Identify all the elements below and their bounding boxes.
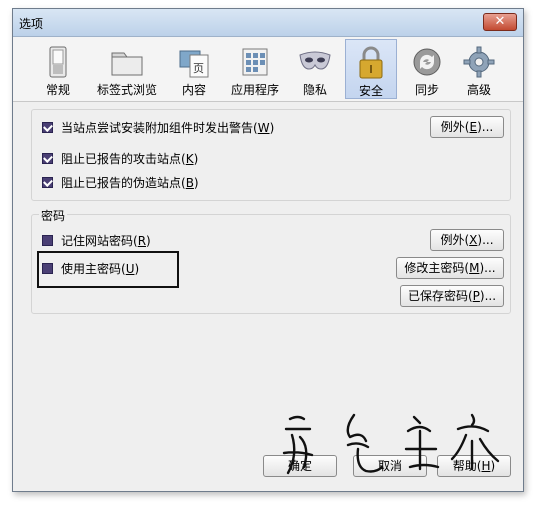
padlock-icon — [359, 46, 383, 79]
remember-passwords-option[interactable]: 记住网站密码(R) — [42, 233, 151, 249]
tab-sync[interactable]: 同步 — [405, 39, 449, 99]
saved-passwords-button[interactable]: 已保存密码(P)... — [400, 285, 504, 307]
tab-applications[interactable]: 应用程序 — [225, 39, 285, 99]
warn-addon-checkbox[interactable] — [42, 122, 53, 133]
block-forgery-option[interactable]: 阻止已报告的伪造站点(B) — [42, 175, 199, 191]
security-group: 当站点尝试安装附加组件时发出警告(W) 阻止已报告的攻击站点(K) 阻止已报告的… — [31, 109, 511, 201]
switch-icon — [49, 46, 67, 78]
tab-label: 常规 — [45, 83, 70, 97]
close-button[interactable]: ✕ — [483, 13, 517, 31]
passwords-legend: 密码 — [39, 207, 68, 224]
warn-addon-option[interactable]: 当站点尝试安装附加组件时发出警告(W) — [42, 120, 274, 136]
tab-label: 安全 — [358, 84, 383, 98]
tab-privacy[interactable]: 隐私 — [293, 39, 337, 99]
tab-label: 应用程序 — [230, 83, 279, 97]
block-attack-option[interactable]: 阻止已报告的攻击站点(K) — [42, 151, 198, 167]
window-title: 选项 — [19, 17, 44, 31]
gear-icon — [463, 46, 495, 78]
applications-icon — [242, 48, 268, 76]
remember-passwords-checkbox[interactable] — [42, 235, 53, 246]
change-master-password-button[interactable]: 修改主密码(M)... — [396, 257, 504, 279]
tab-tabs[interactable]: 标签式浏览 — [91, 39, 163, 99]
tab-label: 同步 — [414, 83, 439, 97]
preferences-toolbar: 常规 标签式浏览 页 内容 应用程序 隐私 安全 同步 高级 — [13, 37, 523, 102]
content-page-icon: 页 — [179, 50, 209, 78]
sync-icon — [413, 48, 441, 76]
tab-label: 标签式浏览 — [96, 83, 157, 97]
block-forgery-checkbox[interactable] — [42, 177, 53, 188]
tab-general[interactable]: 常规 — [33, 39, 83, 99]
title-bar: 选项 ✕ — [13, 9, 523, 37]
addon-exceptions-button[interactable]: 例外(E)... — [430, 116, 504, 138]
tab-label: 内容 — [181, 83, 206, 97]
tab-advanced[interactable]: 高级 — [457, 39, 501, 99]
svg-text:页: 页 — [193, 62, 204, 75]
privacy-mask-icon — [299, 51, 331, 70]
block-attack-checkbox[interactable] — [42, 153, 53, 164]
tab-label: 高级 — [466, 83, 491, 97]
handwritten-watermark — [282, 413, 500, 475]
folder-tabs-icon — [111, 52, 143, 76]
tab-security[interactable]: 安全 — [345, 39, 397, 99]
tab-content[interactable]: 页 内容 — [173, 39, 215, 99]
password-exceptions-button[interactable]: 例外(X)... — [430, 229, 504, 251]
tab-label: 隐私 — [302, 83, 327, 97]
annotation-highlight-box — [37, 251, 179, 288]
